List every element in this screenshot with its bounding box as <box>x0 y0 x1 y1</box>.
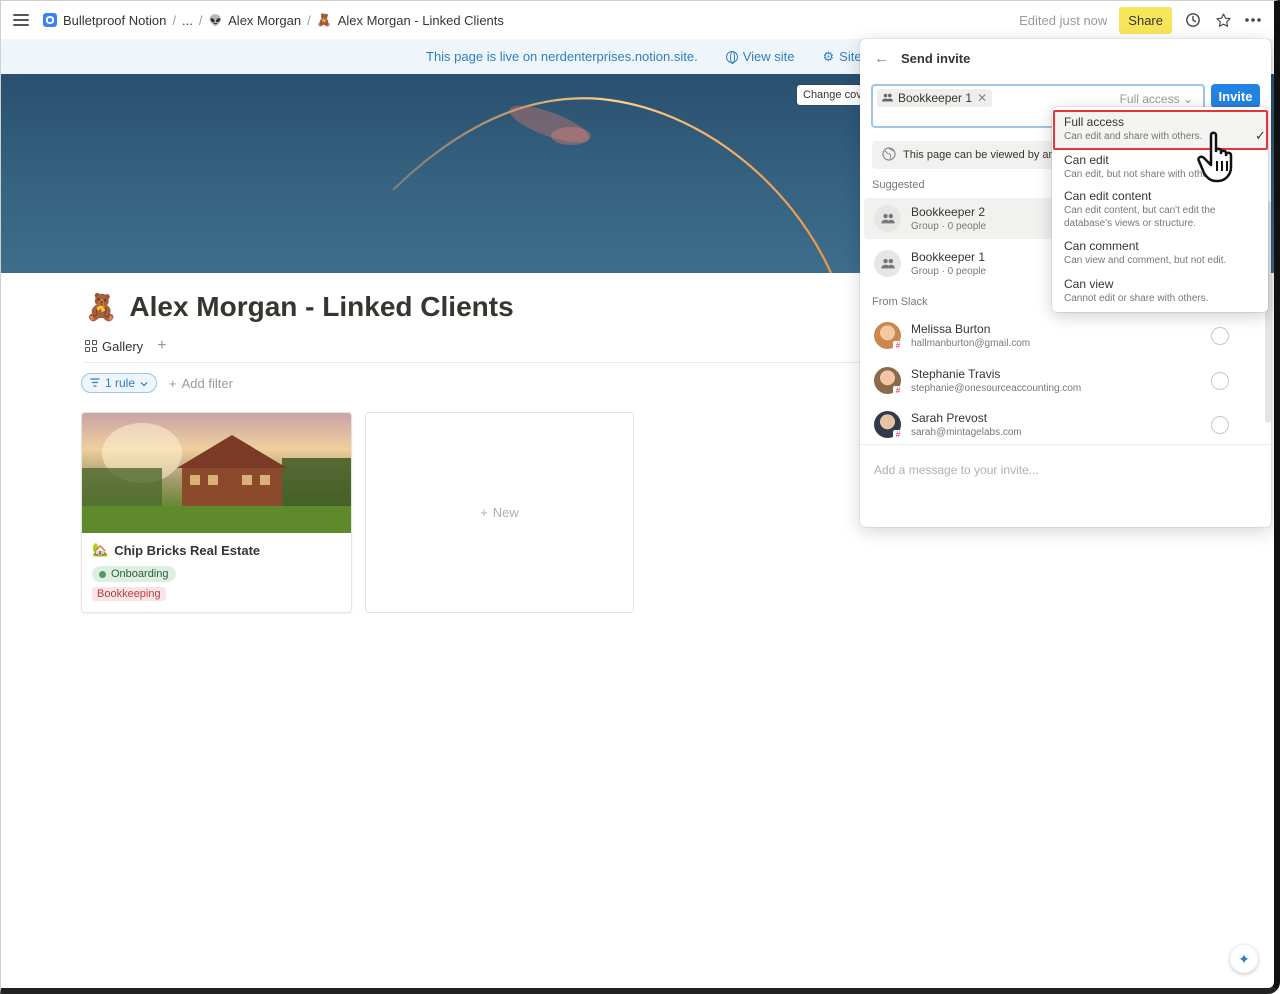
breadcrumb-separator: / <box>198 12 203 28</box>
alien-icon: 👽 <box>208 14 223 27</box>
group-avatar-icon <box>874 250 901 277</box>
invitee-chip: Bookkeeper 1 ✕ <box>877 89 993 107</box>
teddy-bear-icon: 🧸 <box>316 13 332 27</box>
breadcrumb-ellipsis[interactable]: ... <box>182 13 193 28</box>
divider <box>85 362 865 363</box>
card-cover-image <box>82 413 351 533</box>
tab-gallery[interactable]: Gallery <box>85 339 143 354</box>
pointer-hand-cursor-icon <box>1197 129 1247 186</box>
menu-item-can-edit-content[interactable]: Can edit content Can edit content, but c… <box>1064 189 1260 230</box>
slack-user-row[interactable]: # Stephanie Travis stephanie@onesourceac… <box>864 360 1254 401</box>
menu-item-can-comment[interactable]: Can comment Can view and comment, but no… <box>1064 239 1260 267</box>
slack-icon: # <box>893 386 903 396</box>
remove-chip-icon[interactable]: ✕ <box>977 91 987 105</box>
invite-message-field[interactable]: Add a message to your invite... <box>860 444 1271 527</box>
gallery-grid-icon <box>85 340 97 352</box>
checkmark-icon: ✓ <box>1255 128 1266 143</box>
slack-user-row[interactable]: # Sarah Prevost sarah@mintagelabs.com <box>864 404 1254 445</box>
breadcrumb-separator: / <box>172 12 176 28</box>
add-view-button[interactable]: + <box>157 337 166 355</box>
globe-icon <box>725 50 738 64</box>
page-title-text[interactable]: Alex Morgan - Linked Clients <box>129 291 513 323</box>
app-window: Bulletproof Notion / ... / 👽 Alex Morgan… <box>0 0 1280 994</box>
select-radio[interactable] <box>1211 371 1229 390</box>
category-tag: Bookkeeping <box>92 587 166 601</box>
suggested-label: Suggested <box>872 179 925 191</box>
status-dot <box>99 570 106 578</box>
breadcrumb: Bulletproof Notion / ... / 👽 Alex Morgan… <box>43 13 504 28</box>
view-site-link[interactable]: View site <box>725 49 795 64</box>
suggested-item[interactable]: Bookkeeper 2 Group · 0 people <box>864 198 1064 239</box>
database-icon <box>43 13 57 27</box>
access-level-select[interactable]: Full access ⌄ <box>1120 92 1193 106</box>
filter-rule-pill[interactable]: 1 rule <box>81 373 158 393</box>
site-live-text: This page is live on nerdenterprises.not… <box>426 49 698 64</box>
filter-icon <box>90 376 100 390</box>
more-options-icon[interactable] <box>1244 11 1262 29</box>
breadcrumb-workspace[interactable]: Bulletproof Notion <box>43 13 166 28</box>
group-avatar-icon <box>874 205 901 232</box>
add-filter-button[interactable]: + Add filter <box>169 376 233 391</box>
top-bar: Bulletproof Notion / ... / 👽 Alex Morgan… <box>1 1 1274 39</box>
edited-status: Edited just now <box>1019 12 1108 28</box>
filter-bar: 1 rule + Add filter <box>81 373 233 393</box>
page-title: 🧸 Alex Morgan - Linked Clients <box>85 291 514 323</box>
chevron-down-icon <box>140 376 148 390</box>
ai-sparkle-button[interactable]: ✦ <box>1230 945 1258 973</box>
chevron-down-icon: ⌄ <box>1182 92 1193 106</box>
from-slack-label: From Slack <box>872 296 928 308</box>
gallery-card[interactable]: 🏡 Chip Bricks Real Estate Onboarding Boo… <box>81 412 352 613</box>
globe-icon <box>882 146 896 164</box>
status-badge: Onboarding <box>92 566 176 582</box>
plus-icon: + <box>169 375 177 391</box>
breadcrumb-current[interactable]: 🧸 Alex Morgan - Linked Clients <box>317 13 504 28</box>
slack-user-row[interactable]: # Melissa Burton hallmanburton@gmail.com <box>864 315 1254 356</box>
page-icon[interactable]: 🧸 <box>85 292 117 323</box>
plus-icon: + <box>480 505 488 520</box>
panel-header: ← Send invite <box>874 50 971 67</box>
slack-icon: # <box>893 430 903 440</box>
select-radio[interactable] <box>1211 326 1229 345</box>
avatar: # <box>874 322 903 351</box>
gear-icon: ⚙ <box>822 48 835 64</box>
view-tabs: Gallery + <box>85 337 167 355</box>
avatar: # <box>874 411 903 440</box>
star-favorite-icon[interactable] <box>1214 11 1232 29</box>
select-radio[interactable] <box>1211 415 1229 434</box>
hamburger-menu-icon[interactable] <box>13 14 29 26</box>
menu-item-can-view[interactable]: Can view Cannot edit or share with other… <box>1064 277 1260 305</box>
house-icon: 🏡 <box>92 542 109 557</box>
group-icon <box>882 91 893 105</box>
sparkle-icon: ✦ <box>1238 950 1250 967</box>
public-view-notice: This page can be viewed by anyon <box>872 141 1072 169</box>
breadcrumb-parent[interactable]: 👽 Alex Morgan <box>208 13 301 28</box>
new-card-button[interactable]: + New <box>365 412 634 613</box>
share-button[interactable]: Share <box>1119 6 1172 34</box>
back-arrow-icon[interactable]: ← <box>874 50 889 67</box>
history-clock-icon[interactable] <box>1184 11 1202 29</box>
invite-button[interactable]: Invite <box>1211 84 1260 108</box>
avatar: # <box>874 367 903 396</box>
breadcrumb-separator: / <box>307 12 311 28</box>
card-title: 🏡 Chip Bricks Real Estate <box>92 542 261 558</box>
slack-icon: # <box>893 341 903 351</box>
